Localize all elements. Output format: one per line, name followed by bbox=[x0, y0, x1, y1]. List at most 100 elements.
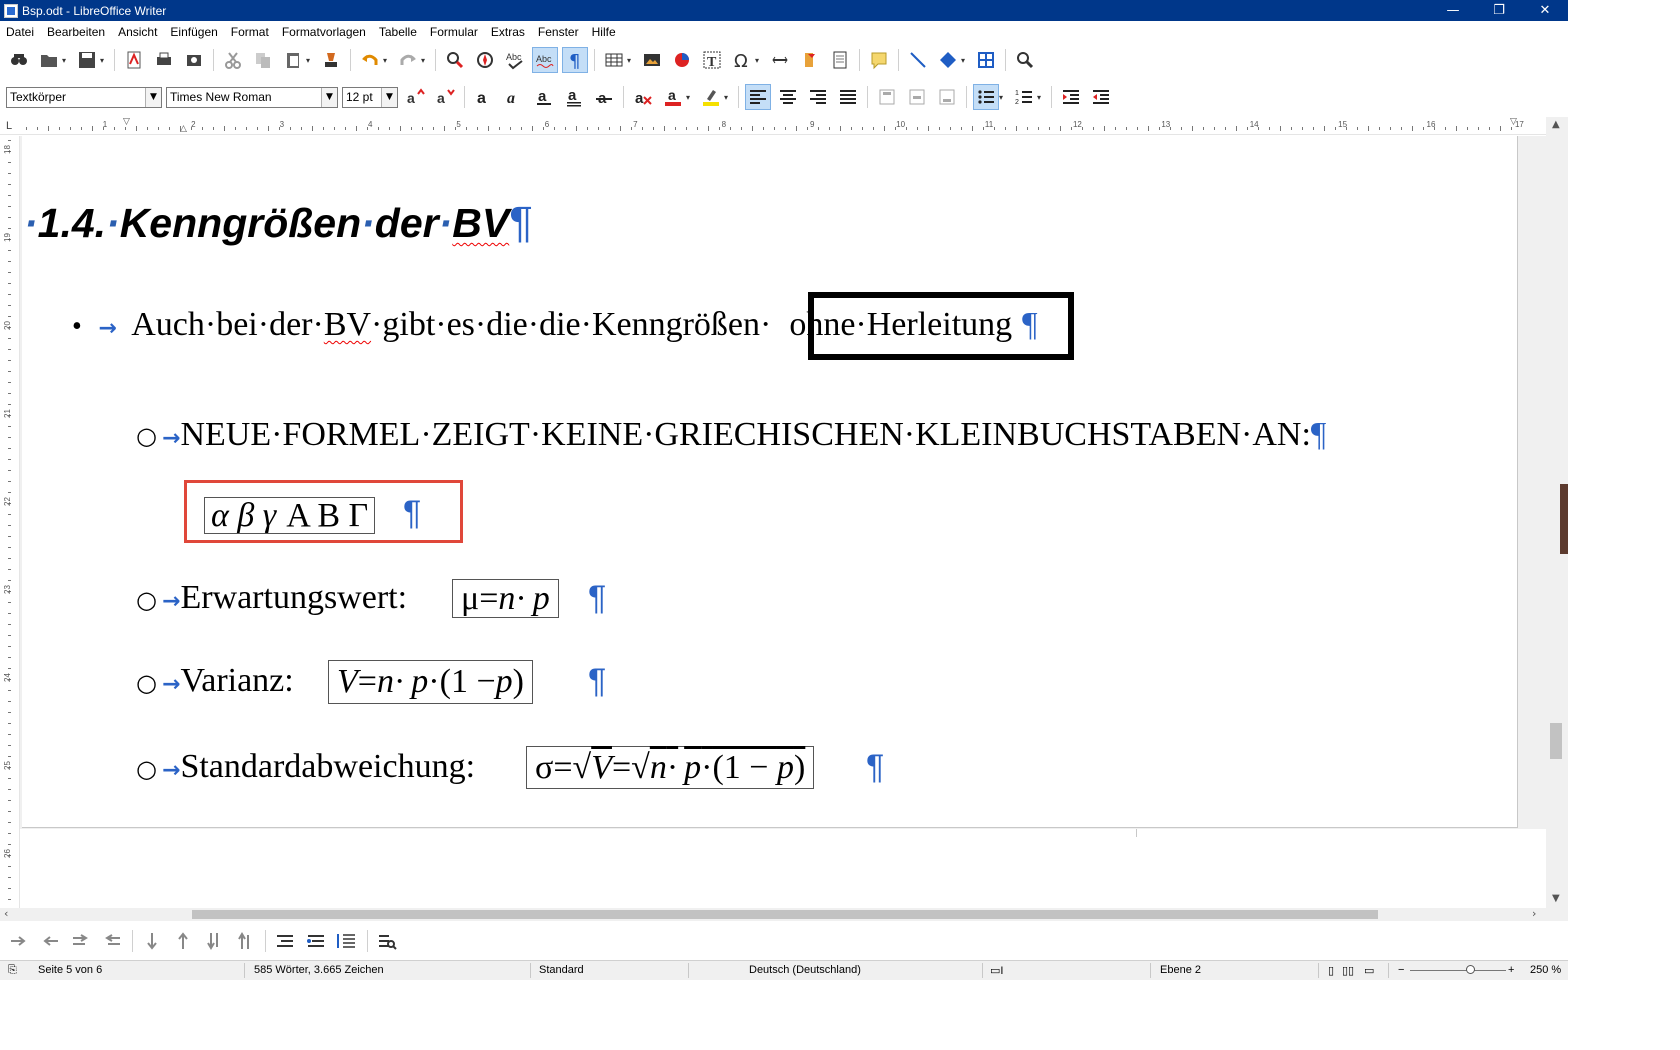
menu-tabelle[interactable]: Tabelle bbox=[379, 25, 417, 39]
insert-mode-icon[interactable]: ▭I bbox=[990, 964, 1003, 977]
decrease-font-icon[interactable]: a bbox=[432, 84, 458, 110]
open-dropdown-icon[interactable]: ▾ bbox=[62, 56, 70, 65]
double-underline-icon[interactable]: a bbox=[561, 84, 587, 110]
text-language[interactable]: Deutsch (Deutschland) bbox=[749, 964, 861, 976]
font-size-combo[interactable]: 12 pt ▼ bbox=[342, 86, 398, 108]
chevron-down-icon[interactable]: ▼ bbox=[321, 87, 337, 107]
insert-image-icon[interactable] bbox=[639, 47, 665, 73]
insert-line-icon[interactable] bbox=[905, 47, 931, 73]
menu-format[interactable]: Format bbox=[231, 25, 269, 39]
decrease-indent-icon[interactable] bbox=[1088, 84, 1114, 110]
move-item-up-icon[interactable] bbox=[170, 928, 196, 954]
insert-chart-icon[interactable] bbox=[669, 47, 695, 73]
toggle-draw-functions-icon[interactable] bbox=[973, 47, 999, 73]
formula-standardabweichung[interactable]: σ = √ V = √ n· p·(1 − p) bbox=[526, 746, 815, 789]
chevron-down-icon[interactable]: ▼ bbox=[145, 87, 161, 107]
formula-greek-letters[interactable]: α β γ Α Β Γ bbox=[204, 497, 376, 534]
paste-icon[interactable] bbox=[280, 47, 306, 73]
restore-button[interactable]: ❐ bbox=[1476, 0, 1522, 21]
italic-icon[interactable]: a bbox=[501, 84, 527, 110]
menu-fenster[interactable]: Fenster bbox=[538, 25, 579, 39]
shapes-dropdown-icon[interactable]: ▾ bbox=[961, 56, 969, 65]
open-folder-icon[interactable] bbox=[36, 47, 62, 73]
menu-extras[interactable]: Extras bbox=[491, 25, 525, 39]
chevron-down-icon[interactable]: ▼ bbox=[381, 87, 397, 107]
undo-dropdown-icon[interactable]: ▾ bbox=[383, 56, 391, 65]
font-color-dropdown-icon[interactable]: ▾ bbox=[686, 93, 694, 102]
move-item-down-icon[interactable] bbox=[139, 928, 165, 954]
menu-einfuegen[interactable]: Einfügen bbox=[170, 25, 217, 39]
zoom-slider[interactable] bbox=[1410, 970, 1506, 971]
zoom-slider-handle[interactable] bbox=[1466, 965, 1475, 974]
book-view-icon[interactable]: ▭ bbox=[1364, 964, 1374, 977]
demote-with-subpoints-icon[interactable] bbox=[68, 928, 94, 954]
right-indent-marker[interactable]: ▽ bbox=[1510, 117, 1517, 127]
first-line-indent-marker[interactable]: ▽ bbox=[123, 117, 130, 127]
bold-icon[interactable]: a bbox=[471, 84, 497, 110]
ruler-track[interactable]: 1 2 3 4 5 6 7 8 9 10 11 12 13 14 15 16 17 ▽ △ ▽ bbox=[22, 117, 1538, 134]
justify-icon[interactable] bbox=[835, 84, 861, 110]
insert-field-icon[interactable] bbox=[827, 47, 853, 73]
bullets-and-numbering-dialog-icon[interactable] bbox=[374, 928, 400, 954]
table-dropdown-icon[interactable]: ▾ bbox=[627, 56, 635, 65]
zoom-out-button[interactable]: − bbox=[1398, 964, 1404, 976]
left-indent-marker[interactable]: △ bbox=[180, 124, 187, 134]
insert-unnumbered-entry-icon[interactable] bbox=[272, 928, 298, 954]
clone-formatting-icon[interactable] bbox=[318, 47, 344, 73]
zoom-icon[interactable] bbox=[1012, 47, 1038, 73]
promote-outline-icon[interactable] bbox=[37, 928, 63, 954]
scroll-up-arrow-icon[interactable]: ▲ bbox=[1552, 119, 1560, 130]
ordered-list-dropdown-icon[interactable]: ▾ bbox=[1037, 93, 1045, 102]
list-item-level2[interactable]: →Standardabweichung: bbox=[162, 748, 475, 786]
align-middle-icon[interactable] bbox=[904, 84, 930, 110]
restart-numbering-icon[interactable] bbox=[303, 928, 329, 954]
undo-icon[interactable] bbox=[357, 47, 383, 73]
page-count[interactable]: Seite 5 von 6 bbox=[38, 964, 102, 976]
redo-dropdown-icon[interactable]: ▾ bbox=[421, 56, 429, 65]
multi-page-view-icon[interactable]: ▯▯ bbox=[1342, 964, 1354, 977]
align-left-icon[interactable] bbox=[745, 84, 771, 110]
list-item-level2[interactable]: →NEUE·FORMEL·ZEIGT·KEINE·GRIECHISCHEN·KL… bbox=[162, 416, 1326, 454]
list-item-level2[interactable]: →Erwartungswert: bbox=[162, 579, 407, 617]
insert-comment-icon[interactable] bbox=[866, 47, 892, 73]
align-bottom-icon[interactable] bbox=[934, 84, 960, 110]
insert-footnote-icon[interactable] bbox=[797, 47, 823, 73]
single-page-view-icon[interactable]: ▯ bbox=[1328, 964, 1334, 977]
vertical-scroll-thumb[interactable] bbox=[1550, 723, 1562, 759]
print-preview-icon[interactable] bbox=[181, 47, 207, 73]
close-button[interactable]: ✕ bbox=[1522, 0, 1568, 21]
move-down-with-subpoints-icon[interactable] bbox=[201, 928, 227, 954]
sidebar-collapse-handle[interactable] bbox=[1560, 484, 1568, 554]
scroll-right-arrow-icon[interactable]: › bbox=[1532, 907, 1536, 920]
save-icon[interactable] bbox=[74, 47, 100, 73]
unordered-list-dropdown-icon[interactable]: ▾ bbox=[999, 93, 1007, 102]
copy-icon[interactable] bbox=[250, 47, 276, 73]
redo-icon[interactable] bbox=[395, 47, 421, 73]
promote-with-subpoints-icon[interactable] bbox=[99, 928, 125, 954]
scroll-left-arrow-icon[interactable]: ‹ bbox=[4, 907, 8, 920]
paragraph-style-combo[interactable]: Textkörper ▼ bbox=[6, 86, 162, 108]
spelling-icon[interactable]: Abc bbox=[502, 47, 528, 73]
font-name-combo[interactable]: Times New Roman ▼ bbox=[166, 86, 338, 108]
formatting-marks-icon[interactable]: ¶ bbox=[562, 47, 588, 73]
word-count[interactable]: 585 Wörter, 3.665 Zeichen bbox=[254, 964, 384, 976]
horizontal-scroll-thumb[interactable] bbox=[192, 910, 1378, 919]
menu-bearbeiten[interactable]: Bearbeiten bbox=[47, 25, 105, 39]
find-icon[interactable] bbox=[6, 47, 32, 73]
numbering-list-icon[interactable] bbox=[334, 928, 360, 954]
zoom-in-button[interactable]: + bbox=[1508, 964, 1514, 976]
highlight-dropdown-icon[interactable]: ▾ bbox=[724, 93, 732, 102]
font-color-icon[interactable]: a bbox=[660, 84, 686, 110]
zoom-level[interactable]: 250 % bbox=[1530, 964, 1561, 976]
clear-formatting-icon[interactable]: a bbox=[630, 84, 656, 110]
align-center-icon[interactable] bbox=[775, 84, 801, 110]
print-icon[interactable] bbox=[151, 47, 177, 73]
unordered-list-icon[interactable] bbox=[973, 84, 999, 110]
navigator-icon[interactable] bbox=[472, 47, 498, 73]
vertical-ruler[interactable]: 18 19 20 21 22 23 24 25 26 bbox=[0, 136, 20, 908]
export-pdf-icon[interactable] bbox=[121, 47, 147, 73]
auto-spellcheck-icon[interactable]: Abc bbox=[532, 47, 558, 73]
special-character-icon[interactable]: Ω bbox=[729, 47, 755, 73]
list-item-level2[interactable]: →Varianz: bbox=[162, 662, 294, 700]
cut-icon[interactable] bbox=[220, 47, 246, 73]
